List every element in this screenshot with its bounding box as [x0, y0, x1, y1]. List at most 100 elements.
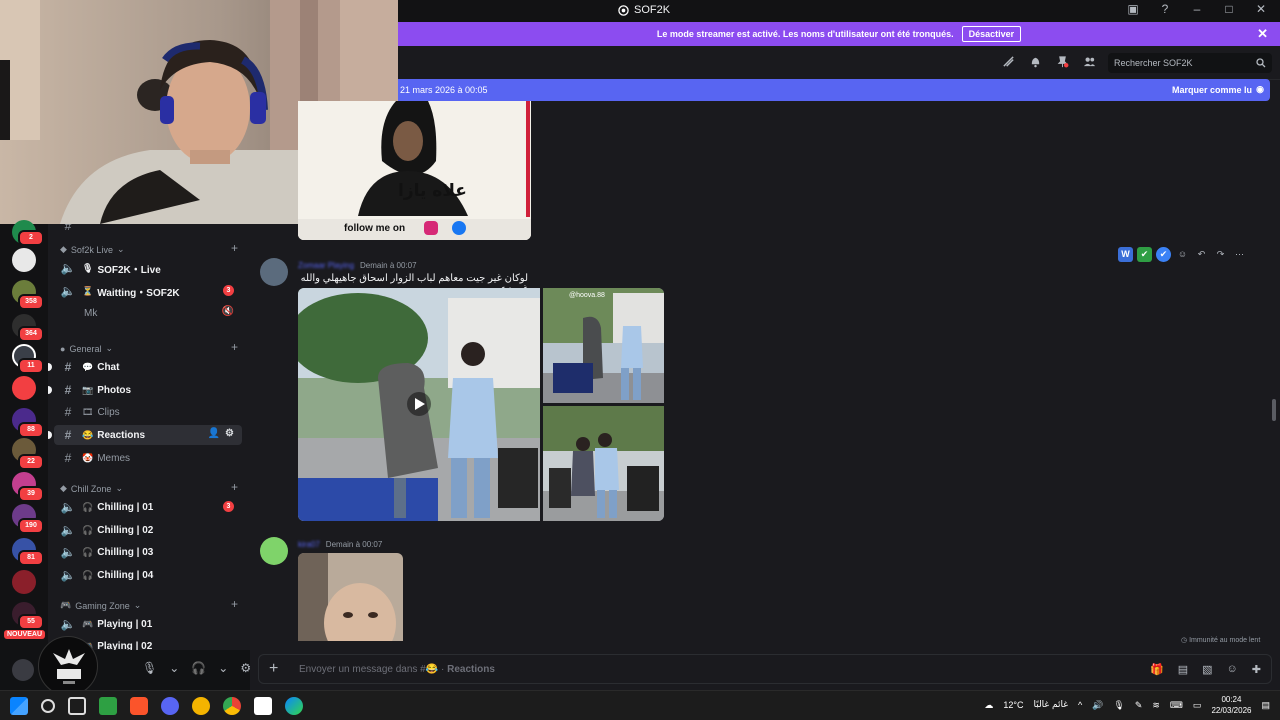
- chrome-icon[interactable]: [223, 697, 241, 715]
- help-icon[interactable]: ?: [1156, 2, 1174, 16]
- keyboard-icon[interactable]: ⌨: [1170, 700, 1183, 711]
- brave-icon[interactable]: [130, 697, 148, 715]
- message-author[interactable]: kira07: [298, 540, 320, 549]
- category-chill-zone[interactable]: ◆ Chill Zone ⌄: [60, 483, 123, 494]
- scrollbar-thumb[interactable]: [1272, 399, 1276, 421]
- battery-icon[interactable]: ▭: [1193, 700, 1202, 711]
- video-attachment[interactable]: [298, 288, 540, 521]
- text-channel-photos[interactable]: # 📷 Photos: [54, 380, 242, 400]
- avatar[interactable]: [12, 659, 34, 681]
- file-icon[interactable]: [254, 697, 272, 715]
- add-channel-icon[interactable]: +: [231, 597, 238, 611]
- emoji-icon[interactable]: ☺: [1227, 663, 1238, 676]
- gif-icon[interactable]: ▤: [1178, 663, 1188, 676]
- voice-user-mk[interactable]: Mk 🔇: [54, 303, 242, 323]
- pen-icon[interactable]: ✎: [1135, 700, 1143, 711]
- discord-window: SOF2K ▣ ? – □ ✕ Le mode streamer est act…: [0, 0, 1280, 720]
- more-icon[interactable]: ⋯: [1232, 247, 1247, 262]
- threads-icon[interactable]: [1002, 55, 1015, 68]
- microphone-icon[interactable]: 🎙: [142, 661, 157, 675]
- weather-temp[interactable]: 12°C: [1003, 700, 1023, 710]
- search-placeholder: Rechercher SOF2K: [1114, 58, 1193, 68]
- alert-server-icon[interactable]: [12, 376, 36, 400]
- avatar[interactable]: [260, 258, 288, 286]
- voice-channel-chilling-02[interactable]: 🔈 🎧 Chilling | 02: [54, 520, 242, 540]
- system-clock[interactable]: 00:24 22/03/2026: [1211, 694, 1251, 716]
- edge-icon[interactable]: [285, 697, 303, 715]
- store-icon[interactable]: [99, 697, 117, 715]
- maximize-button[interactable]: □: [1220, 2, 1238, 16]
- reply-icon[interactable]: ↶: [1194, 247, 1209, 262]
- category-sof2k-live[interactable]: ◆ Sof2k Live ⌄: [60, 244, 125, 255]
- chevron-down-icon[interactable]: ⌄: [169, 661, 179, 675]
- server-icon[interactable]: [12, 248, 36, 272]
- voice-channel-chilling-03[interactable]: 🔈 🎧 Chilling | 03: [54, 542, 242, 562]
- bell-icon[interactable]: [1029, 55, 1042, 68]
- text-channel-reactions[interactable]: # 😂 Reactions 👤 ⚙: [54, 425, 242, 445]
- speaker-icon: 🔈: [60, 284, 76, 298]
- new-messages-bar[interactable]: 21 mars 2026 à 00:05 Marquer comme lu ◉: [398, 79, 1270, 101]
- task-view-icon[interactable]: [68, 697, 86, 715]
- apps-icon[interactable]: ✚: [1252, 663, 1261, 676]
- gear-icon[interactable]: ⚙: [225, 428, 234, 439]
- channel-label: Waitting・SOF2K: [97, 287, 180, 299]
- message-author[interactable]: Zomaar Playing: [298, 261, 354, 270]
- voice-channel-chilling-04[interactable]: 🔈 🎧 Chilling | 04: [54, 565, 242, 585]
- gif-attachment[interactable]: علاه يازا follow me on: [298, 101, 531, 240]
- forward-icon[interactable]: ↷: [1213, 247, 1228, 262]
- gift-icon[interactable]: 🎁: [1150, 663, 1164, 676]
- windows-start-icon[interactable]: [10, 697, 28, 715]
- voice-channel-playing-01[interactable]: 🔈 🎮 Playing | 01: [54, 614, 242, 634]
- tray-chevron-icon[interactable]: ^: [1078, 700, 1082, 710]
- voice-channel-waiting[interactable]: 🔈 ⏳ Waitting・SOF2K 3: [54, 281, 242, 301]
- add-reaction-icon[interactable]: ☺: [1175, 247, 1190, 262]
- close-button[interactable]: ✕: [1252, 2, 1270, 16]
- message-composer[interactable]: + Envoyer un message dans #😂 · Reactions…: [258, 654, 1272, 684]
- verified-reaction-icon[interactable]: ✔: [1156, 247, 1171, 262]
- headphones-icon: 🎧: [82, 501, 94, 512]
- invite-icon[interactable]: 👤: [208, 428, 220, 439]
- search-input[interactable]: Rechercher SOF2K: [1108, 53, 1272, 73]
- category-general[interactable]: ● General ⌄: [60, 343, 113, 354]
- notification-icon[interactable]: ▤: [1261, 700, 1270, 711]
- headphones-icon[interactable]: 🎧: [191, 661, 206, 675]
- add-channel-icon[interactable]: +: [231, 340, 238, 354]
- check-reaction-icon[interactable]: ✔: [1137, 247, 1152, 262]
- voice-channel-live[interactable]: 🔈 🎙 SOF2K・Live: [54, 258, 242, 278]
- add-channel-icon[interactable]: +: [231, 241, 238, 255]
- mark-as-read-button[interactable]: Marquer comme lu: [1172, 85, 1252, 95]
- pin-icon[interactable]: [1056, 55, 1069, 68]
- message-list: علاه يازا follow me on Zomaar Playing De…: [250, 101, 1276, 646]
- minimize-button[interactable]: –: [1188, 2, 1206, 16]
- text-channel-chat[interactable]: # 💬 Chat: [54, 357, 242, 377]
- text-channel-memes[interactable]: # 🤡 Memes: [54, 448, 242, 468]
- gear-icon[interactable]: ⚙: [240, 661, 251, 675]
- sticker-icon[interactable]: ▧: [1202, 663, 1212, 676]
- category-gaming-zone[interactable]: 🎮 Gaming Zone ⌄: [60, 600, 141, 611]
- search-icon[interactable]: [41, 699, 55, 713]
- volume-icon[interactable]: 🔊: [1092, 700, 1103, 711]
- microphone-icon[interactable]: 🎙: [1113, 700, 1124, 711]
- word-reaction-icon[interactable]: W: [1118, 247, 1133, 262]
- attach-plus-icon[interactable]: +: [269, 660, 278, 678]
- server-icon[interactable]: [12, 570, 36, 594]
- image-attachment[interactable]: [543, 406, 664, 521]
- chevron-down-icon[interactable]: ⌄: [218, 661, 228, 675]
- channel-item[interactable]: #: [54, 224, 242, 236]
- discord-taskbar-icon[interactable]: [161, 697, 179, 715]
- screen-share-icon[interactable]: ▣: [1124, 2, 1142, 16]
- disable-streamer-button[interactable]: Désactiver: [961, 26, 1022, 42]
- avatar[interactable]: [260, 537, 288, 565]
- voice-channel-chilling-01[interactable]: 🔈 🎧 Chilling | 01 3: [54, 497, 242, 517]
- image-attachment[interactable]: [298, 553, 403, 641]
- member-list-icon[interactable]: [1083, 55, 1096, 68]
- window-title-text: SOF2K: [634, 4, 671, 16]
- text-channel-clips[interactable]: # 🎞 Clips: [54, 402, 242, 422]
- channel-label: Photos: [97, 384, 132, 396]
- banner-close-icon[interactable]: ✕: [1257, 26, 1268, 42]
- browser-icon[interactable]: [192, 697, 210, 715]
- image-attachment[interactable]: @hoova.88: [543, 288, 664, 403]
- wifi-icon[interactable]: ≋: [1152, 700, 1160, 711]
- taskbar-apps: [10, 697, 303, 715]
- add-channel-icon[interactable]: +: [231, 480, 238, 494]
